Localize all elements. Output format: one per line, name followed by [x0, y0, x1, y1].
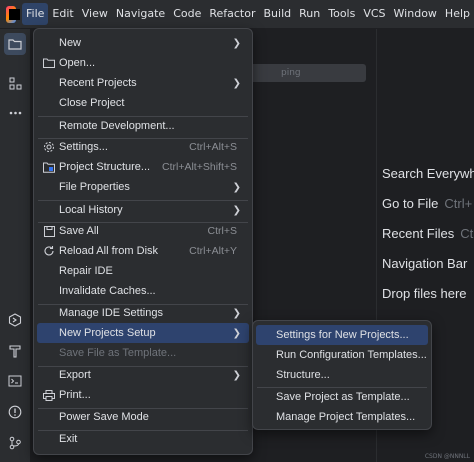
file-menu: New ❯ Open... Recent Projects ❯ Close Pr… [33, 28, 253, 455]
tip-drop-files: Drop files here [382, 286, 467, 301]
menu-item-label: Export [59, 369, 91, 381]
save-icon [43, 225, 55, 237]
menu-item-structure[interactable]: Structure... [256, 365, 428, 385]
menu-item-export[interactable]: Export ❯ [37, 365, 249, 385]
more-icon[interactable] [4, 102, 26, 124]
menu-item-label: Save File as Template... [59, 347, 177, 359]
print-icon [43, 389, 55, 401]
menu-item-label: Print... [59, 389, 91, 401]
menu-item-label: Settings... [59, 141, 108, 153]
menu-item-label: Invalidate Caches... [59, 285, 156, 297]
menu-item-label: File Properties [59, 181, 130, 193]
tool-window-strip [0, 29, 31, 462]
menu-item-label: Open... [59, 57, 96, 69]
menu-refactor[interactable]: Refactor [205, 3, 259, 25]
git-icon[interactable] [4, 432, 26, 454]
menu-item-manage-project-templates[interactable]: Manage Project Templates... [256, 407, 428, 427]
menu-help[interactable]: Help [441, 3, 474, 25]
menu-item-invalidate-caches[interactable]: Invalidate Caches... [37, 281, 249, 301]
project-structure-icon [43, 161, 55, 173]
tip-go-to-file: Go to File Ctrl+ [382, 196, 473, 211]
menu-item-label: Close Project [59, 97, 125, 109]
chevron-right-icon: ❯ [232, 37, 241, 49]
new-projects-setup-submenu: Settings for New Projects... Run Configu… [252, 320, 432, 430]
shortcut: Ctrl+S [207, 225, 237, 237]
menu-item-open[interactable]: Open... [37, 53, 249, 73]
chevron-right-icon: ❯ [232, 307, 241, 319]
menu-item-reload-all[interactable]: Reload All from Disk Ctrl+Alt+Y [37, 241, 249, 261]
tip-search-everywhere: Search Everywh [382, 166, 474, 181]
menu-item-exit[interactable]: Exit [37, 429, 249, 449]
menu-item-label: Repair IDE [59, 265, 113, 277]
menu-navigate[interactable]: Navigate [112, 3, 169, 25]
shortcut: Ctrl+Alt+S [189, 141, 237, 153]
menu-item-new[interactable]: New ❯ [37, 33, 249, 53]
menu-vcs[interactable]: VCS [359, 3, 389, 25]
menu-build[interactable]: Build [260, 3, 296, 25]
menu-item-label: Settings for New Projects... [276, 329, 409, 341]
chevron-right-icon: ❯ [232, 77, 241, 89]
menu-item-label: Save Project as Template... [276, 391, 410, 403]
project-folder-icon[interactable] [4, 33, 26, 55]
menu-file[interactable]: File [22, 3, 49, 25]
chevron-right-icon: ❯ [232, 327, 241, 339]
menu-item-local-history[interactable]: Local History ❯ [37, 200, 249, 220]
menu-item-label: Remote Development... [59, 120, 175, 132]
menu-tools[interactable]: Tools [324, 3, 359, 25]
tip-navigation-bar: Navigation Bar [382, 256, 468, 271]
menu-item-save-file-as-template[interactable]: Save File as Template... [37, 343, 249, 363]
problems-icon[interactable] [4, 401, 26, 423]
folder-icon [43, 57, 55, 69]
shortcut: Ctrl+Alt+Shift+S [162, 161, 237, 173]
menu-item-project-structure[interactable]: Project Structure... Ctrl+Alt+Shift+S [37, 157, 249, 177]
menu-edit[interactable]: Edit [48, 3, 77, 25]
tip-recent-files: Recent Files Ct [382, 226, 474, 241]
menu-item-file-properties[interactable]: File Properties ❯ [37, 177, 249, 197]
menu-item-save-all[interactable]: Save All Ctrl+S [37, 221, 249, 241]
menu-item-label: Power Save Mode [59, 411, 149, 423]
menu-run[interactable]: Run [295, 3, 324, 25]
menu-item-label: Project Structure... [59, 161, 151, 173]
reload-icon [43, 245, 55, 257]
menu-item-close-project[interactable]: Close Project [37, 93, 249, 113]
app-logo-icon[interactable] [6, 5, 20, 23]
menu-bar: File Edit View Navigate Code Refactor Bu… [0, 0, 474, 29]
menu-item-manage-ide-settings[interactable]: Manage IDE Settings ❯ [37, 303, 249, 323]
menu-item-recent-projects[interactable]: Recent Projects ❯ [37, 73, 249, 93]
chevron-right-icon: ❯ [232, 181, 241, 193]
gear-icon [43, 141, 55, 153]
menu-item-label: Local History [59, 204, 123, 216]
menu-code[interactable]: Code [169, 3, 205, 25]
menu-item-save-project-as-template[interactable]: Save Project as Template... [256, 387, 428, 407]
menu-item-label: Structure... [276, 369, 330, 381]
menu-item-label: Reload All from Disk [59, 245, 159, 257]
search-field[interactable]: ping [241, 64, 366, 82]
menu-item-label: Manage Project Templates... [276, 411, 416, 423]
menu-item-label: Recent Projects [59, 77, 137, 89]
structure-icon[interactable] [4, 72, 26, 94]
menu-item-label: New [59, 37, 82, 49]
build-hammer-icon[interactable] [4, 340, 26, 362]
menu-item-run-configuration-templates[interactable]: Run Configuration Templates... [256, 345, 428, 365]
menu-item-print[interactable]: Print... [37, 385, 249, 405]
chevron-right-icon: ❯ [232, 204, 241, 216]
watermark: CSDN @NNNLL [424, 453, 470, 460]
menu-item-label: Run Configuration Templates... [276, 349, 427, 361]
menu-item-repair-ide[interactable]: Repair IDE [37, 261, 249, 281]
menu-item-settings-for-new-projects[interactable]: Settings for New Projects... [256, 325, 428, 345]
menu-item-remote-development[interactable]: Remote Development... [37, 116, 249, 136]
shortcut: Ctrl+Alt+Y [189, 245, 237, 257]
menu-item-power-save-mode[interactable]: Power Save Mode [37, 407, 249, 427]
menu-item-settings[interactable]: Settings... Ctrl+Alt+S [37, 137, 249, 157]
chevron-right-icon: ❯ [232, 369, 241, 381]
menu-view[interactable]: View [78, 3, 112, 25]
menu-item-label: Save All [59, 225, 99, 237]
menu-window[interactable]: Window [390, 3, 441, 25]
menu-item-new-projects-setup[interactable]: New Projects Setup ❯ [37, 323, 249, 343]
terminal-icon[interactable] [4, 370, 26, 392]
menu-item-label: Manage IDE Settings [59, 307, 163, 319]
menu-item-label: Exit [59, 433, 78, 445]
menu-item-label: New Projects Setup [59, 327, 156, 339]
services-icon[interactable] [4, 309, 26, 331]
